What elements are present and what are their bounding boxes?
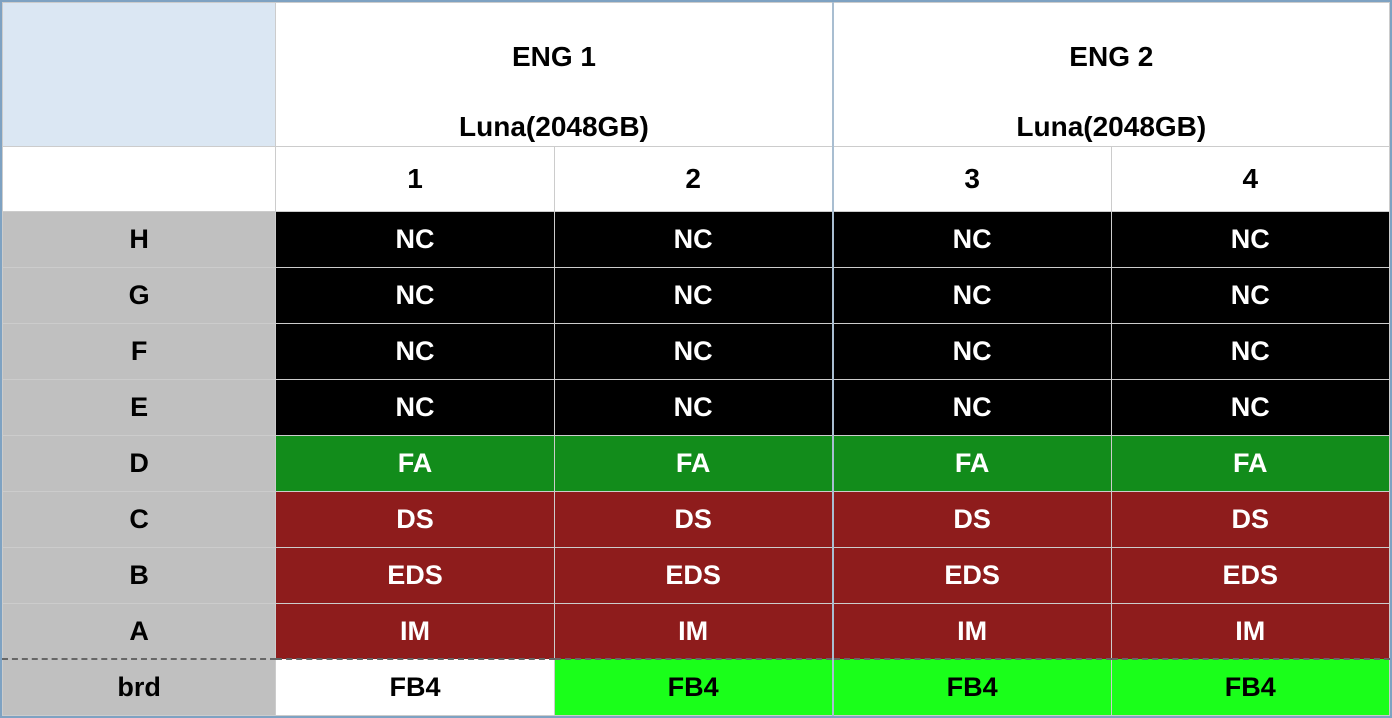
- status-cell[interactable]: NC: [833, 211, 1111, 267]
- status-cell[interactable]: DS: [276, 491, 554, 547]
- status-cell[interactable]: DS: [1111, 491, 1389, 547]
- status-cell[interactable]: NC: [276, 211, 554, 267]
- status-table: ENG 1 Luna(2048GB) ENG 2 Luna(2048GB) 1 …: [2, 2, 1390, 716]
- status-cell[interactable]: NC: [554, 211, 832, 267]
- row-label-G: G: [3, 267, 276, 323]
- status-cell[interactable]: NC: [276, 323, 554, 379]
- col-4: 4: [1111, 146, 1389, 211]
- status-cell[interactable]: NC: [1111, 323, 1389, 379]
- brd-cell-1[interactable]: FB4: [276, 659, 554, 715]
- row-label-F: F: [3, 323, 276, 379]
- group-title-2b: Luna(2048GB): [1016, 111, 1206, 142]
- row-label-H: H: [3, 211, 276, 267]
- table-row: FNCNCNCNC: [3, 323, 1390, 379]
- status-cell[interactable]: NC: [276, 267, 554, 323]
- status-cell[interactable]: NC: [833, 379, 1111, 435]
- table-row: HNCNCNCNC: [3, 211, 1390, 267]
- table-row: CDSDSDSDS: [3, 491, 1390, 547]
- row-label-D: D: [3, 435, 276, 491]
- status-cell[interactable]: DS: [833, 491, 1111, 547]
- row-label-A: A: [3, 603, 276, 659]
- brd-cell-3[interactable]: FB4: [833, 659, 1111, 715]
- status-cell[interactable]: IM: [1111, 603, 1389, 659]
- status-cell[interactable]: EDS: [276, 547, 554, 603]
- col-label-blank: [3, 146, 276, 211]
- col-3: 3: [833, 146, 1111, 211]
- table-row: BEDSEDSEDSEDS: [3, 547, 1390, 603]
- table-row: ENCNCNCNC: [3, 379, 1390, 435]
- col-2: 2: [554, 146, 832, 211]
- status-cell[interactable]: NC: [1111, 379, 1389, 435]
- status-grid: ENG 1 Luna(2048GB) ENG 2 Luna(2048GB) 1 …: [0, 0, 1392, 718]
- status-cell[interactable]: FA: [276, 435, 554, 491]
- row-label-E: E: [3, 379, 276, 435]
- status-cell[interactable]: NC: [554, 267, 832, 323]
- status-cell[interactable]: NC: [1111, 211, 1389, 267]
- group-header-eng1: ENG 1 Luna(2048GB): [276, 3, 833, 147]
- column-number-row: 1 2 3 4: [3, 146, 1390, 211]
- corner-cell: [3, 3, 276, 147]
- status-cell[interactable]: DS: [554, 491, 832, 547]
- status-cell[interactable]: NC: [554, 379, 832, 435]
- group-header-row: ENG 1 Luna(2048GB) ENG 2 Luna(2048GB): [3, 3, 1390, 147]
- table-row: GNCNCNCNC: [3, 267, 1390, 323]
- brd-cell-2[interactable]: FB4: [554, 659, 832, 715]
- row-label-C: C: [3, 491, 276, 547]
- status-cell[interactable]: IM: [833, 603, 1111, 659]
- table-row: DFAFAFAFA: [3, 435, 1390, 491]
- group-title-1b: Luna(2048GB): [459, 111, 649, 142]
- status-cell[interactable]: NC: [833, 267, 1111, 323]
- status-cell[interactable]: FA: [1111, 435, 1389, 491]
- status-cell[interactable]: NC: [1111, 267, 1389, 323]
- status-cell[interactable]: FA: [554, 435, 832, 491]
- status-cell[interactable]: NC: [833, 323, 1111, 379]
- group-title-1: ENG 1: [512, 41, 596, 72]
- status-cell[interactable]: EDS: [833, 547, 1111, 603]
- status-cell[interactable]: FA: [833, 435, 1111, 491]
- footer-row-brd: brd FB4 FB4 FB4 FB4: [3, 659, 1390, 715]
- status-cell[interactable]: NC: [554, 323, 832, 379]
- row-label-B: B: [3, 547, 276, 603]
- status-cell[interactable]: EDS: [554, 547, 832, 603]
- table-row: AIMIMIMIM: [3, 603, 1390, 659]
- group-title-2: ENG 2: [1069, 41, 1153, 72]
- status-cell[interactable]: EDS: [1111, 547, 1389, 603]
- brd-cell-4[interactable]: FB4: [1111, 659, 1389, 715]
- col-1: 1: [276, 146, 554, 211]
- row-label-brd: brd: [3, 659, 276, 715]
- status-cell[interactable]: NC: [276, 379, 554, 435]
- status-cell[interactable]: IM: [276, 603, 554, 659]
- status-cell[interactable]: IM: [554, 603, 832, 659]
- group-header-eng2: ENG 2 Luna(2048GB): [833, 3, 1390, 147]
